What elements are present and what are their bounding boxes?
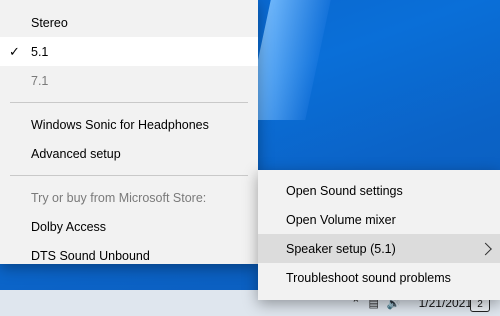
menu-separator bbox=[10, 175, 248, 176]
menu-item-stereo[interactable]: Stereo bbox=[0, 8, 258, 37]
menu-item-label: Speaker setup (5.1) bbox=[286, 241, 396, 256]
menu-item-label: Stereo bbox=[31, 15, 68, 30]
menu-item-open-sound-settings[interactable]: Open Sound settings bbox=[258, 176, 500, 205]
menu-item-speaker-setup[interactable]: Speaker setup (5.1) bbox=[258, 234, 500, 263]
menu-item-troubleshoot-sound[interactable]: Troubleshoot sound problems bbox=[258, 263, 500, 292]
sound-context-menu: Open Sound settings Open Volume mixer Sp… bbox=[258, 170, 500, 300]
menu-item-label: Troubleshoot sound problems bbox=[286, 270, 451, 285]
menu-item-7-1: 7.1 bbox=[0, 66, 258, 95]
menu-item-label: DTS Sound Unbound bbox=[31, 248, 150, 263]
notification-count: 2 bbox=[477, 298, 483, 310]
menu-item-store-heading: Try or buy from Microsoft Store: bbox=[0, 183, 258, 212]
menu-item-label: Windows Sonic for Headphones bbox=[31, 117, 209, 132]
menu-item-dolby-access[interactable]: Dolby Access bbox=[0, 212, 258, 241]
menu-item-label: Open Sound settings bbox=[286, 183, 403, 198]
chevron-right-icon bbox=[479, 242, 492, 255]
menu-item-label: 5.1 bbox=[31, 44, 49, 59]
menu-item-dts-sound-unbound[interactable]: DTS Sound Unbound bbox=[0, 241, 258, 270]
menu-item-5-1[interactable]: ✓ 5.1 bbox=[0, 37, 258, 66]
checkmark-icon: ✓ bbox=[9, 43, 20, 59]
menu-item-label: Open Volume mixer bbox=[286, 212, 396, 227]
menu-item-label: Dolby Access bbox=[31, 219, 107, 234]
menu-item-label: 7.1 bbox=[31, 73, 49, 88]
menu-item-advanced-setup[interactable]: Advanced setup bbox=[0, 139, 258, 168]
menu-item-label: Try or buy from Microsoft Store: bbox=[31, 190, 207, 205]
speaker-setup-submenu: Stereo ✓ 5.1 7.1 Windows Sonic for Headp… bbox=[0, 0, 258, 264]
menu-item-open-volume-mixer[interactable]: Open Volume mixer bbox=[258, 205, 500, 234]
menu-separator bbox=[10, 102, 248, 103]
menu-item-windows-sonic[interactable]: Windows Sonic for Headphones bbox=[0, 110, 258, 139]
menu-item-label: Advanced setup bbox=[31, 146, 121, 161]
